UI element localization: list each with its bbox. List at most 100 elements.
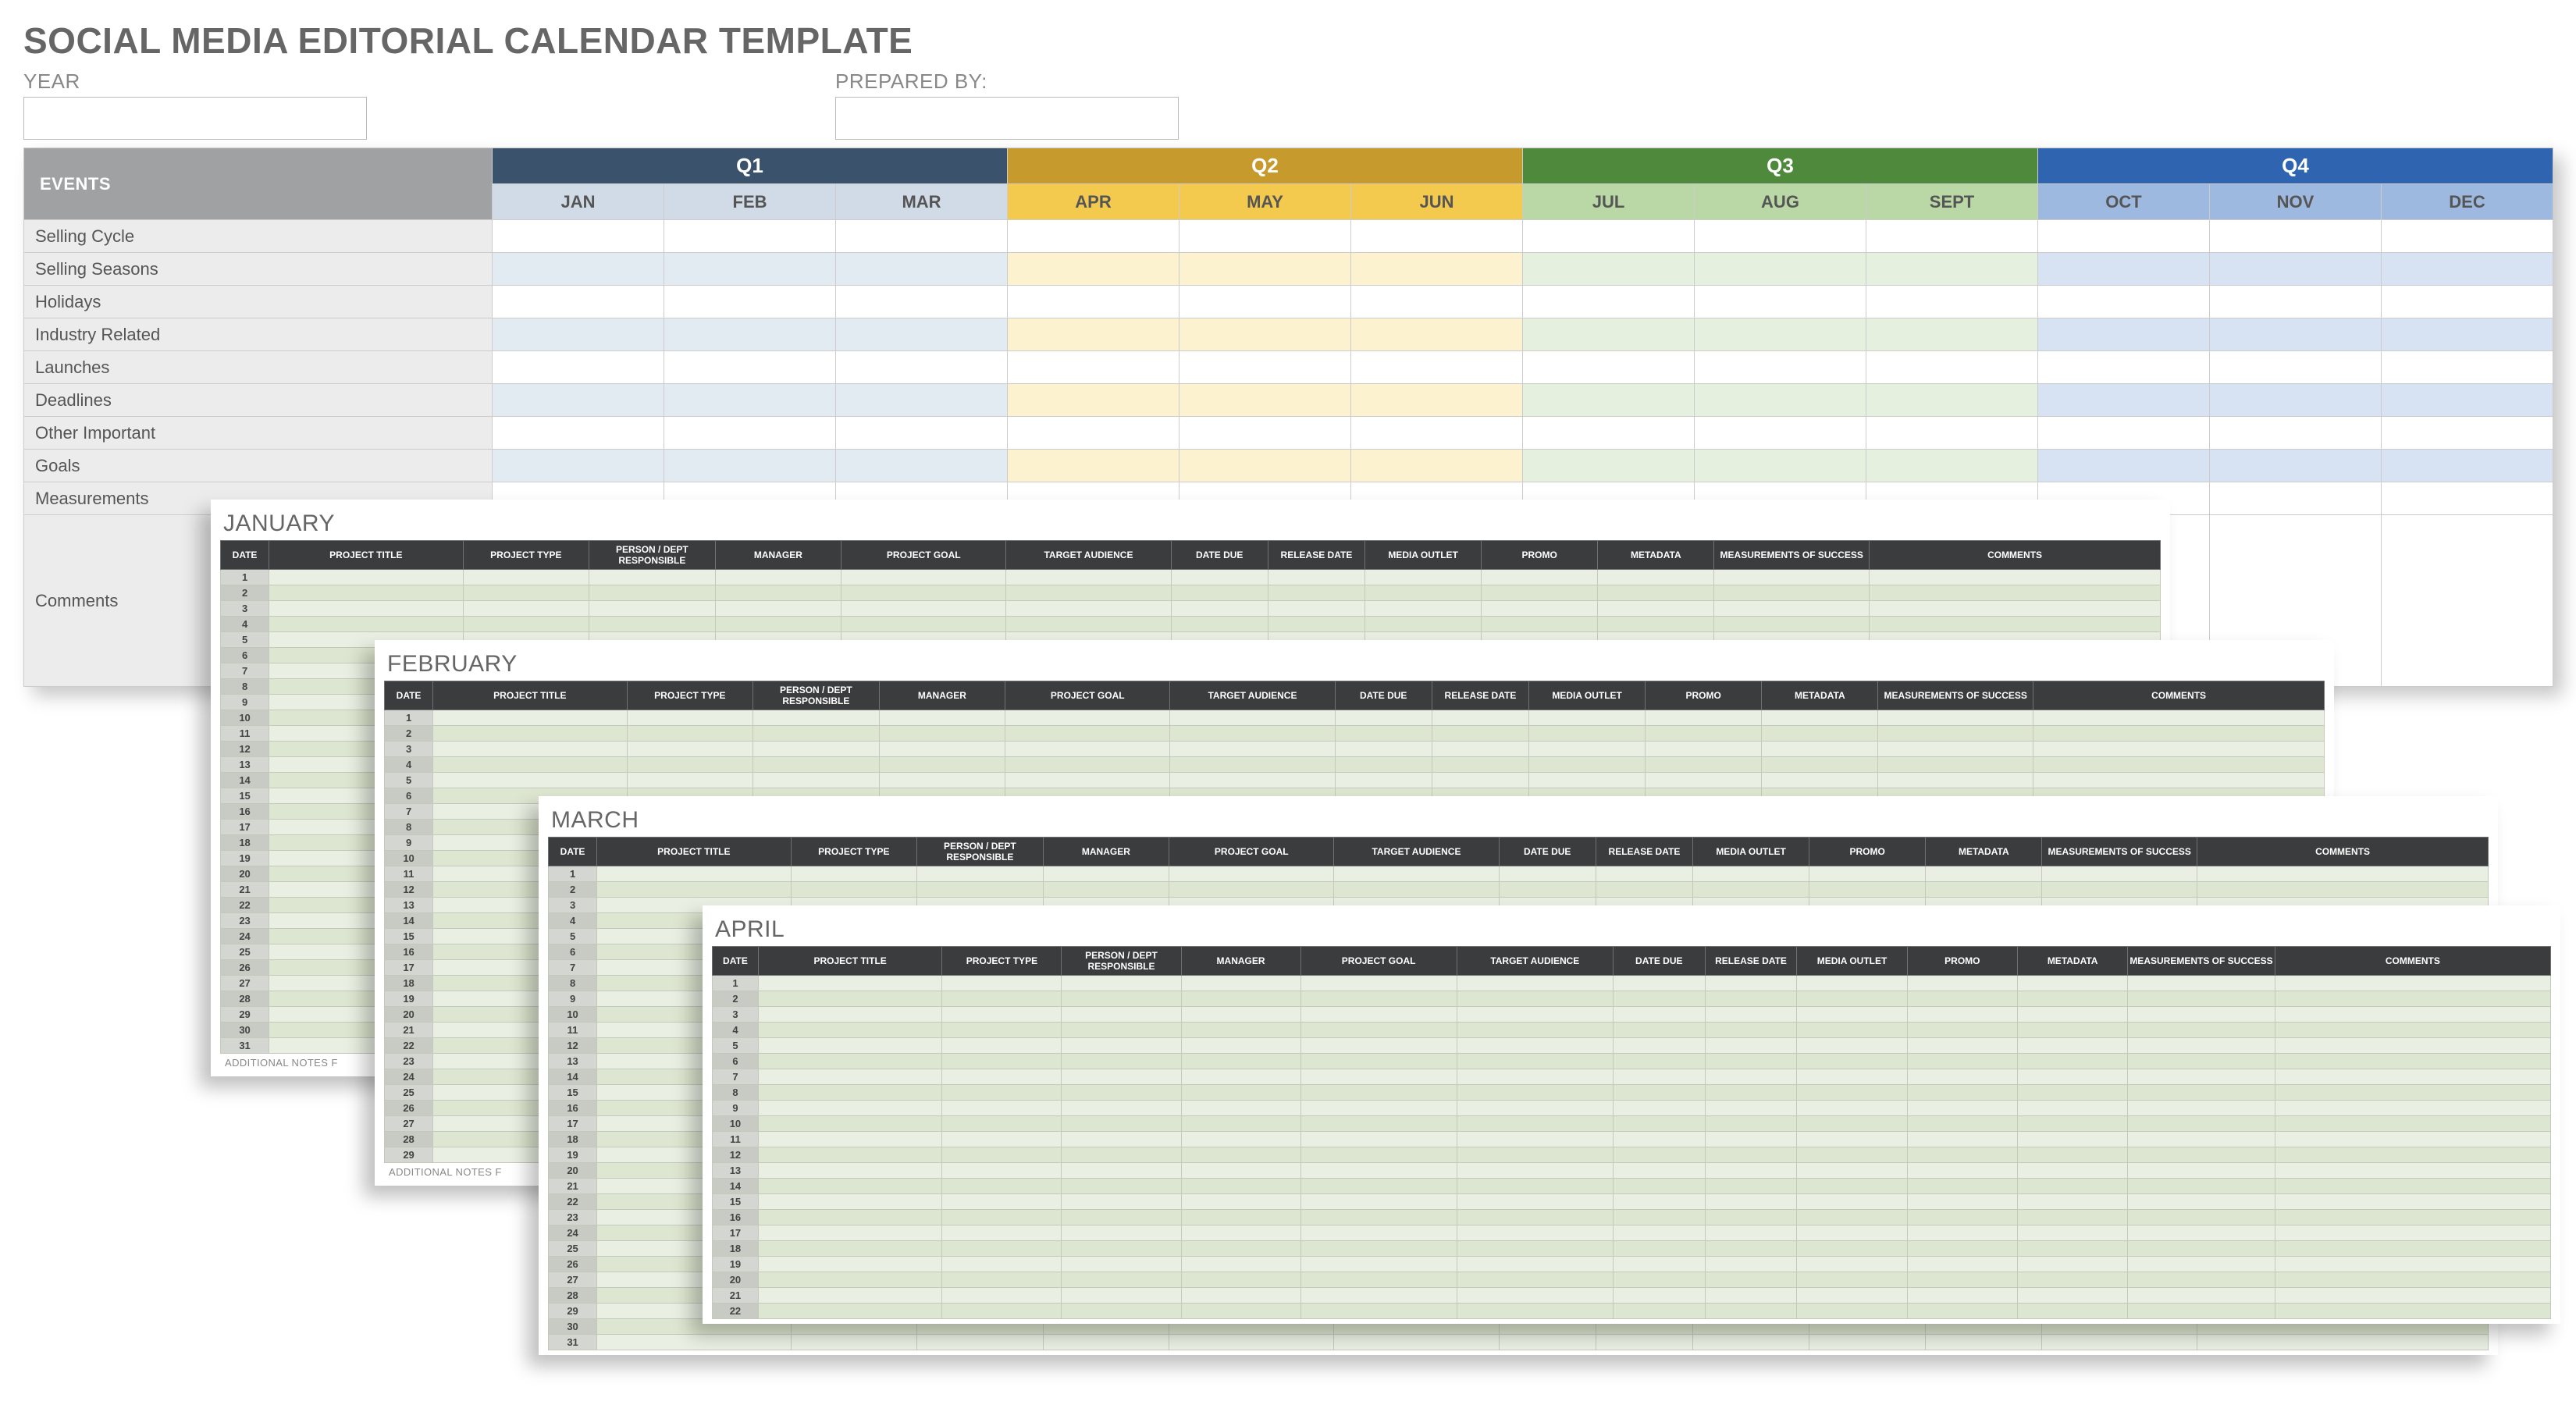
overview-cell[interactable] <box>1008 318 1179 351</box>
detail-cell[interactable] <box>841 585 1006 601</box>
overview-cell[interactable] <box>2210 318 2382 351</box>
detail-cell[interactable] <box>1613 1288 1705 1304</box>
detail-cell[interactable] <box>942 1054 1062 1069</box>
detail-cell[interactable] <box>879 710 1005 726</box>
detail-cell[interactable] <box>597 866 791 882</box>
detail-cell[interactable] <box>627 773 753 788</box>
detail-cell[interactable] <box>1613 1210 1705 1225</box>
detail-cell[interactable] <box>1762 773 1878 788</box>
overview-cell[interactable] <box>493 253 664 286</box>
overview-cell[interactable] <box>1008 220 1179 253</box>
detail-cell[interactable] <box>1457 1069 1613 1085</box>
detail-cell[interactable] <box>2128 1101 2275 1116</box>
detail-cell[interactable] <box>1300 1101 1457 1116</box>
detail-cell[interactable] <box>1529 773 1646 788</box>
prepared-by-input[interactable] <box>835 97 1179 140</box>
detail-cell[interactable] <box>1797 1054 1907 1069</box>
detail-cell[interactable] <box>1335 726 1432 742</box>
detail-cell[interactable] <box>1181 1101 1300 1116</box>
detail-cell[interactable] <box>2128 1163 2275 1179</box>
detail-cell[interactable] <box>1169 1335 1334 1350</box>
overview-cell[interactable] <box>1866 450 2038 482</box>
detail-cell[interactable] <box>917 1335 1044 1350</box>
detail-cell[interactable] <box>1457 1272 1613 1288</box>
detail-cell[interactable] <box>2128 1116 2275 1132</box>
detail-cell[interactable] <box>942 1272 1062 1288</box>
detail-cell[interactable] <box>269 617 463 632</box>
overview-cell[interactable] <box>493 220 664 253</box>
detail-cell[interactable] <box>1878 710 2033 726</box>
detail-cell[interactable] <box>1300 1132 1457 1147</box>
detail-cell[interactable] <box>942 1132 1062 1147</box>
overview-cell[interactable] <box>2382 253 2553 286</box>
overview-cell[interactable] <box>1351 417 1523 450</box>
detail-cell[interactable] <box>2275 1101 2550 1116</box>
overview-cell[interactable] <box>2038 450 2210 482</box>
detail-cell[interactable] <box>2018 991 2128 1007</box>
detail-cell[interactable] <box>1646 773 1762 788</box>
detail-cell[interactable] <box>1705 1132 1797 1147</box>
detail-cell[interactable] <box>2018 1304 2128 1319</box>
detail-cell[interactable] <box>1613 1225 1705 1241</box>
detail-cell[interactable] <box>2128 1272 2275 1288</box>
detail-cell[interactable] <box>1613 976 1705 991</box>
detail-cell[interactable] <box>791 882 917 898</box>
detail-cell[interactable] <box>1797 1132 1907 1147</box>
overview-cell[interactable] <box>2210 384 2382 417</box>
detail-cell[interactable] <box>1062 1023 1181 1038</box>
detail-cell[interactable] <box>1062 1272 1181 1288</box>
detail-cell[interactable] <box>2033 726 2325 742</box>
overview-cell[interactable] <box>2210 286 2382 318</box>
detail-cell[interactable] <box>841 617 1006 632</box>
detail-cell[interactable] <box>1300 1163 1457 1179</box>
detail-cell[interactable] <box>2275 1054 2550 1069</box>
overview-cell[interactable] <box>1351 384 1523 417</box>
detail-cell[interactable] <box>1613 991 1705 1007</box>
detail-cell[interactable] <box>1797 1257 1907 1272</box>
detail-cell[interactable] <box>1457 1085 1613 1101</box>
detail-cell[interactable] <box>1705 976 1797 991</box>
overview-cell[interactable] <box>1351 253 1523 286</box>
detail-cell[interactable] <box>1062 1085 1181 1101</box>
overview-cell[interactable] <box>1179 351 1351 384</box>
detail-cell[interactable] <box>917 882 1044 898</box>
detail-cell[interactable] <box>2275 1179 2550 1194</box>
overview-cell[interactable] <box>664 384 836 417</box>
detail-cell[interactable] <box>1613 1085 1705 1101</box>
overview-cell[interactable] <box>493 351 664 384</box>
overview-cell[interactable] <box>664 286 836 318</box>
detail-cell[interactable] <box>1062 1257 1181 1272</box>
detail-cell[interactable] <box>942 1085 1062 1101</box>
overview-cell[interactable] <box>1695 351 1866 384</box>
detail-cell[interactable] <box>2018 1179 2128 1194</box>
detail-cell[interactable] <box>1797 1163 1907 1179</box>
overview-cell[interactable] <box>1008 450 1179 482</box>
detail-cell[interactable] <box>2033 773 2325 788</box>
detail-cell[interactable] <box>1457 976 1613 991</box>
detail-cell[interactable] <box>1613 1179 1705 1194</box>
detail-cell[interactable] <box>758 1225 942 1241</box>
detail-cell[interactable] <box>1300 1210 1457 1225</box>
detail-cell[interactable] <box>2018 1210 2128 1225</box>
detail-cell[interactable] <box>1878 773 2033 788</box>
detail-cell[interactable] <box>463 617 589 632</box>
detail-cell[interactable] <box>753 773 880 788</box>
detail-cell[interactable] <box>1300 1007 1457 1023</box>
detail-cell[interactable] <box>2018 1241 2128 1257</box>
overview-cell[interactable] <box>836 318 1008 351</box>
detail-cell[interactable] <box>879 773 1005 788</box>
detail-cell[interactable] <box>1907 1147 2017 1163</box>
detail-cell[interactable] <box>1596 866 1692 882</box>
detail-cell[interactable] <box>1170 773 1335 788</box>
overview-cell[interactable] <box>1008 286 1179 318</box>
detail-cell[interactable] <box>1457 1194 1613 1210</box>
detail-cell[interactable] <box>1907 1225 2017 1241</box>
detail-cell[interactable] <box>1181 1116 1300 1132</box>
detail-cell[interactable] <box>1613 1116 1705 1132</box>
detail-cell[interactable] <box>1365 585 1482 601</box>
detail-cell[interactable] <box>942 1179 1062 1194</box>
detail-cell[interactable] <box>942 1225 1062 1241</box>
detail-cell[interactable] <box>1907 1023 2017 1038</box>
overview-cell[interactable] <box>2210 417 2382 450</box>
detail-cell[interactable] <box>2128 1069 2275 1085</box>
